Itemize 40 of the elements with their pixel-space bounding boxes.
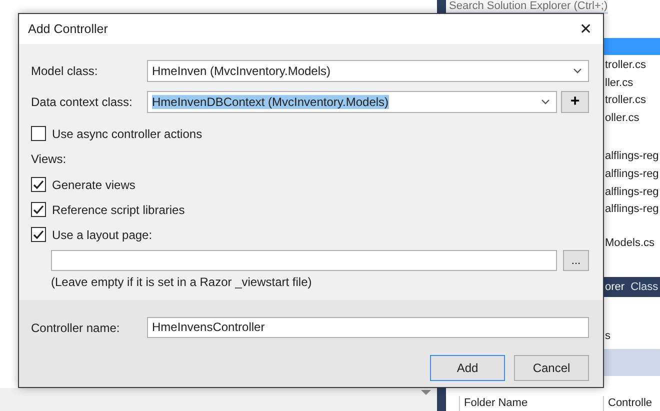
properties-text: s (605, 330, 610, 342)
field-label: Controller name: (31, 320, 121, 334)
checkbox[interactable] (31, 227, 46, 242)
checkbox-label: Generate views (52, 178, 136, 192)
close-button[interactable]: ✕ (569, 14, 603, 44)
search-field[interactable]: Search Solution Explorer (Ctrl+;) (446, 0, 608, 14)
panel-tab[interactable]: orer (605, 281, 625, 294)
checkbox[interactable] (31, 126, 46, 141)
checkbox[interactable] (31, 177, 46, 192)
hint-text: (Leave empty if it is set in a Razor _viewstart file) (51, 275, 313, 291)
field-label: Model class: (31, 64, 99, 78)
file-item[interactable]: troller.cs (605, 92, 646, 110)
dialog-button[interactable]: Cancel (514, 355, 589, 381)
chevron-down-icon (573, 68, 582, 74)
add-context-button[interactable]: + (561, 91, 589, 113)
checkbox[interactable] (31, 202, 46, 217)
file-item[interactable]: alflings-reg (605, 184, 659, 202)
data-context-dropdown[interactable]: HmeInvenDBContext (MvcInventory.Models) (147, 91, 557, 113)
file-item[interactable]: oller.cs (605, 110, 640, 128)
file-item[interactable]: alflings-reg (605, 166, 659, 184)
field-label: Data context class: (31, 95, 134, 109)
file-item[interactable]: Models.cs (605, 234, 655, 252)
dialog-button[interactable]: Add (430, 355, 505, 381)
chevron-down-icon (541, 99, 550, 105)
file-item[interactable]: troller.cs (605, 57, 646, 75)
checkbox-label: Use a layout page: (52, 228, 152, 242)
column-header: Controlle (603, 396, 656, 411)
file-item[interactable]: ller.cs (605, 74, 634, 92)
layout-page-field[interactable] (51, 250, 557, 271)
column-header: Folder Name (459, 396, 603, 411)
section-label: Views: (31, 152, 66, 166)
panel-tab[interactable]: Class (630, 281, 658, 294)
file-item[interactable]: alflings-reg (605, 148, 659, 166)
controller-name-field[interactable]: HmeInvensController (147, 317, 589, 338)
checkbox-label: Reference script libraries (52, 202, 185, 216)
dialog-title: Add Controller (28, 22, 108, 36)
model-class-dropdown[interactable]: HmeInven (MvcInventory.Models) (147, 60, 589, 82)
file-item[interactable]: alflings-reg (605, 201, 659, 219)
checkbox-label: Use async controller actions (52, 126, 202, 140)
browse-button[interactable]: ... (563, 250, 589, 271)
